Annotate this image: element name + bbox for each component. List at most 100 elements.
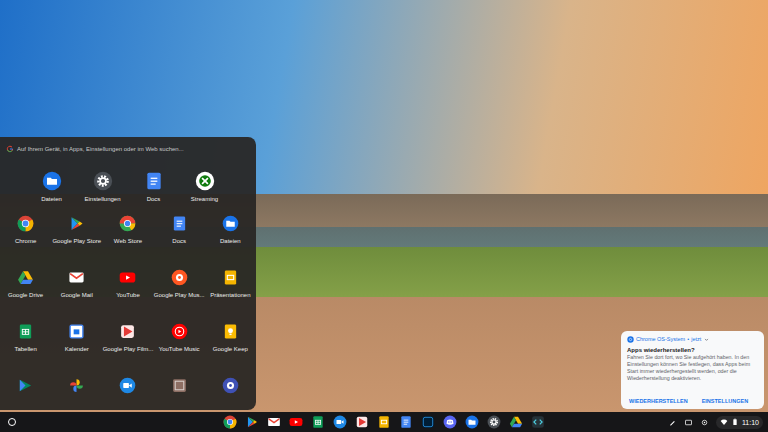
shelf-app[interactable] xyxy=(531,415,545,429)
shelf-app[interactable] xyxy=(311,415,325,429)
yt-music-icon xyxy=(171,323,188,340)
app-tile[interactable] xyxy=(154,372,205,410)
app-tile[interactable]: Chrome xyxy=(0,210,51,264)
chevron-icon xyxy=(703,336,710,343)
shelf-app[interactable] xyxy=(355,415,369,429)
notification-button[interactable]: EINSTELLUNGEN xyxy=(702,397,748,405)
app-tile[interactable]: Google Play Film... xyxy=(102,318,153,372)
suggestion-label[interactable]: Streaming xyxy=(191,195,218,203)
app-tile[interactable] xyxy=(51,372,102,410)
battery-icon xyxy=(731,418,739,426)
app-label[interactable]: Google Play Film... xyxy=(103,345,154,353)
app-label[interactable]: Google Keep xyxy=(213,345,248,353)
launcher-button[interactable] xyxy=(4,414,20,430)
box-icon xyxy=(171,377,188,394)
play-movies-icon xyxy=(355,415,369,429)
suggestion-chip[interactable]: Streaming xyxy=(179,171,230,203)
app-tile[interactable]: YouTube Music xyxy=(154,318,205,372)
app-tile[interactable] xyxy=(205,372,256,410)
disc-icon xyxy=(222,377,239,394)
suggestion-label[interactable]: Dateien xyxy=(41,195,62,203)
app-label[interactable]: Google Mail xyxy=(61,291,93,299)
files-icon xyxy=(222,215,239,232)
code-icon xyxy=(531,415,545,429)
settings-icon xyxy=(93,171,113,191)
shelf: 11:10 xyxy=(0,412,768,432)
google-g-icon xyxy=(6,145,14,153)
notification-button[interactable]: WIEDERHERSTELLEN xyxy=(629,397,688,405)
shelf-apps xyxy=(223,415,545,429)
app-tile[interactable]: Dateien xyxy=(205,210,256,264)
suggestion-label[interactable]: Docs xyxy=(147,195,161,203)
wifi-icon xyxy=(720,418,728,426)
ps-icon xyxy=(421,415,435,429)
play-movies-icon xyxy=(119,323,136,340)
files-icon xyxy=(42,171,62,191)
app-label[interactable]: Dateien xyxy=(220,237,241,245)
expand-button[interactable] xyxy=(703,336,710,343)
youtube-icon xyxy=(119,269,136,286)
tray-item[interactable] xyxy=(684,418,693,427)
shelf-app[interactable] xyxy=(377,415,391,429)
app-tile[interactable]: Google Drive xyxy=(0,264,51,318)
suggestion-chip[interactable]: Docs xyxy=(128,171,179,203)
search-placeholder[interactable]: Auf Ihrem Gerät, in Apps, Einstellungen … xyxy=(17,146,184,152)
status-tray[interactable]: 11:10 xyxy=(668,416,768,429)
shelf-app[interactable] xyxy=(487,415,501,429)
shelf-app[interactable] xyxy=(421,415,435,429)
status-area[interactable]: 11:10 xyxy=(716,416,763,429)
app-tile[interactable] xyxy=(102,372,153,410)
play-store-icon xyxy=(68,215,85,232)
play-games-icon xyxy=(17,377,34,394)
app-grid: Chrome Google Play Store Web Store Docs Date… xyxy=(0,208,256,410)
suggestion-chip[interactable]: Einstellungen xyxy=(77,171,128,203)
app-tile[interactable]: Kalender xyxy=(51,318,102,372)
shelf-app[interactable] xyxy=(443,415,457,429)
shelf-app[interactable] xyxy=(223,415,237,429)
notification-bell-icon xyxy=(700,418,709,427)
app-tile[interactable]: Google Play Store xyxy=(51,210,102,264)
app-label[interactable]: Google Play Mus... xyxy=(154,291,205,299)
suggestion-label[interactable]: Einstellungen xyxy=(84,195,120,203)
app-tile[interactable]: Google Mail xyxy=(51,264,102,318)
app-tile[interactable] xyxy=(0,372,51,410)
app-label[interactable]: Chrome xyxy=(15,237,36,245)
docs-icon xyxy=(399,415,413,429)
suggestion-chip[interactable]: Dateien xyxy=(26,171,77,203)
chromeos-desktop: Auf Ihrem Gerät, in Apps, Einstellungen … xyxy=(0,0,768,432)
play-music-icon xyxy=(171,269,188,286)
app-label[interactable]: Präsentationen xyxy=(210,291,250,299)
launcher-icon xyxy=(6,416,18,428)
app-tile[interactable]: Präsentationen xyxy=(205,264,256,318)
files-icon xyxy=(465,415,479,429)
app-tile[interactable]: Tabellen xyxy=(0,318,51,372)
app-tile[interactable]: Web Store xyxy=(102,210,153,264)
shelf-app[interactable] xyxy=(333,415,347,429)
notification-title: Apps wiederherstellen? xyxy=(627,346,758,354)
search-bar[interactable]: Auf Ihrem Gerät, in Apps, Einstellungen … xyxy=(0,137,256,161)
shelf-app[interactable] xyxy=(465,415,479,429)
docs-icon xyxy=(171,215,188,232)
clock[interactable]: 11:10 xyxy=(742,418,759,427)
app-label[interactable]: Google Drive xyxy=(8,291,43,299)
app-tile[interactable]: YouTube xyxy=(102,264,153,318)
app-label[interactable]: YouTube Music xyxy=(159,345,200,353)
shelf-app[interactable] xyxy=(267,415,281,429)
app-tile[interactable]: Google Keep xyxy=(205,318,256,372)
tray-item[interactable] xyxy=(700,418,709,427)
app-label[interactable]: Google Play Store xyxy=(52,237,101,245)
app-label[interactable]: YouTube xyxy=(116,291,140,299)
notification-time: jetzt xyxy=(691,336,701,343)
shelf-app[interactable] xyxy=(289,415,303,429)
app-label[interactable]: Kalender xyxy=(65,345,89,353)
shelf-app[interactable] xyxy=(509,415,523,429)
app-label[interactable]: Docs xyxy=(172,237,186,245)
tray-item[interactable] xyxy=(668,418,677,427)
app-label[interactable]: Tabellen xyxy=(14,345,36,353)
shelf-app[interactable] xyxy=(245,415,259,429)
app-tile[interactable]: Google Play Mus... xyxy=(154,264,205,318)
shelf-app[interactable] xyxy=(399,415,413,429)
app-label[interactable]: Web Store xyxy=(114,237,142,245)
separator: • xyxy=(687,336,689,343)
app-tile[interactable]: Docs xyxy=(154,210,205,264)
